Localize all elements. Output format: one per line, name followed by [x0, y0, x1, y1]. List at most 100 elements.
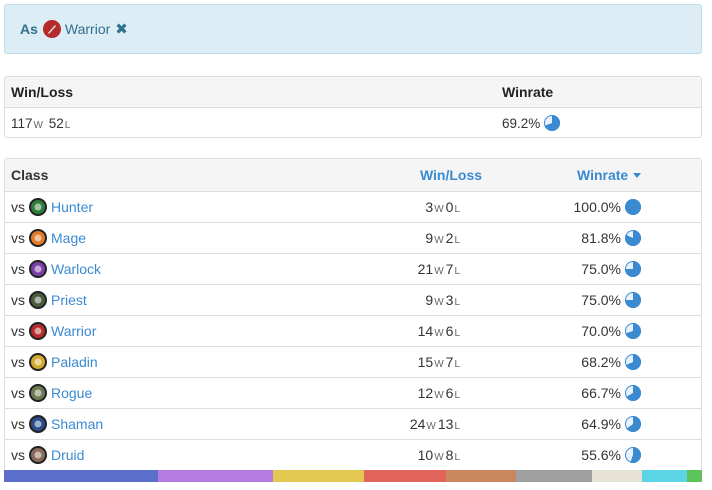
table-row: vs Druid 10 W 8 L 55.6%: [5, 440, 701, 470]
summary-winrate-cell: 69.2%: [469, 115, 701, 131]
losses-value: 6: [445, 323, 454, 339]
filter-as-label: As: [20, 21, 38, 37]
times-icon[interactable]: ✖: [115, 20, 128, 38]
table-row: vs Rogue 12 W 6 L 66.7%: [5, 378, 701, 409]
class-link[interactable]: Shaman: [51, 416, 103, 432]
losses-value: 6: [445, 385, 454, 401]
class-link[interactable]: Warlock: [51, 261, 101, 277]
pie-chart-icon: [625, 385, 641, 401]
vs-label: vs: [11, 261, 25, 277]
summary-panel: Win/Loss Winrate 117W 52L 69.2%: [4, 76, 702, 138]
class-table-header: Class Win/Loss Winrate: [5, 159, 701, 192]
winloss-header-label[interactable]: Win/Loss: [420, 167, 482, 183]
w-suffix: W: [434, 266, 444, 277]
w-suffix: W: [434, 452, 444, 463]
w-suffix: W: [434, 235, 444, 246]
class-cell: vs Rogue: [5, 384, 305, 402]
table-row: vs Hunter 3 W 0 L 100.0%: [5, 192, 701, 223]
winloss-cell: 21 W 7 L: [305, 261, 527, 277]
winrate-value: 75.0%: [581, 261, 621, 277]
winrate-cell: 81.8%: [527, 230, 701, 246]
caret-down-icon[interactable]: [633, 172, 642, 178]
class-link[interactable]: Rogue: [51, 385, 92, 401]
wins-value: 21: [417, 261, 434, 277]
winrate-value: 75.0%: [581, 292, 621, 308]
winloss-cell: 9W3L: [305, 292, 527, 308]
l-suffix: L: [454, 328, 460, 339]
summary-losses: 52: [48, 115, 64, 131]
l-suffix: L: [454, 204, 460, 215]
winloss-cell: 24 W 13 L: [305, 416, 527, 432]
winrate-header-label[interactable]: Winrate: [577, 167, 628, 183]
wins-value: 10: [417, 447, 434, 463]
winrate-column-header[interactable]: Winrate: [527, 167, 701, 183]
vs-label: vs: [11, 199, 25, 215]
w-suffix: W: [434, 204, 444, 215]
vs-label: vs: [11, 416, 25, 432]
vs-label: vs: [11, 323, 25, 339]
class-link[interactable]: Mage: [51, 230, 86, 246]
class-link[interactable]: Priest: [51, 292, 87, 308]
losses-value: 7: [445, 354, 454, 370]
color-strip-segment: [273, 470, 364, 482]
class-link[interactable]: Paladin: [51, 354, 98, 370]
summary-winloss-header: Win/Loss: [11, 84, 74, 100]
winrate-cell: 66.7%: [527, 385, 701, 401]
winloss-cell: 10 W 8 L: [305, 447, 527, 463]
class-cell: vs Warlock: [5, 260, 305, 278]
vs-label: vs: [11, 230, 25, 246]
losses-value: 3: [445, 292, 454, 308]
table-row: vs Shaman 24 W 13 L 64.9%: [5, 409, 701, 440]
winloss-cell: 14 W 6 L: [305, 323, 527, 339]
winloss-cell: 9W2L: [305, 230, 527, 246]
color-strip-segment: [446, 470, 516, 482]
winrate-value: 68.2%: [581, 354, 621, 370]
class-link[interactable]: Warrior: [51, 323, 96, 339]
warrior-icon: [42, 20, 61, 38]
winloss-column-header[interactable]: Win/Loss: [305, 167, 527, 183]
color-strip-segment: [592, 470, 642, 482]
class-cell: vs Hunter: [5, 198, 305, 216]
winrate-value: 100.0%: [573, 199, 621, 215]
w-suffix: W: [426, 421, 436, 432]
winrate-cell: 68.2%: [527, 354, 701, 370]
warrior-icon: [29, 322, 47, 340]
class-column-header: Class: [11, 167, 49, 183]
wins-value: 12: [417, 385, 434, 401]
wins-value: 24: [409, 416, 426, 432]
losses-value: 8: [445, 447, 454, 463]
color-strip-segment: [364, 470, 446, 482]
winloss-cell: 12 W 6 L: [305, 385, 527, 401]
l-suffix: L: [454, 390, 460, 401]
vs-label: vs: [11, 385, 25, 401]
hunter-icon: [29, 198, 47, 216]
class-rows: vs Hunter 3 W 0 L 100.0% vs Mage 9 W 2 L 81.8% vs Warlo…: [5, 192, 701, 470]
class-cell: vs Shaman: [5, 415, 305, 433]
table-row: vs Warrior 14 W 6 L 70.0%: [5, 316, 701, 347]
vs-label: vs: [11, 292, 25, 308]
class-link[interactable]: Hunter: [51, 199, 93, 215]
wins-value: 14: [417, 323, 434, 339]
class-cell: vs Mage: [5, 229, 305, 247]
table-row: vs Mage 9 W 2 L 81.8%: [5, 223, 701, 254]
winrate-cell: 64.9%: [527, 416, 701, 432]
druid-icon: [29, 446, 47, 464]
winrate-value: 64.9%: [581, 416, 621, 432]
winloss-cell: 15 W 7 L: [305, 354, 527, 370]
winloss-cell: 3W0L: [305, 199, 527, 215]
winrate-cell: 70.0%: [527, 323, 701, 339]
summary-winrate: 69.2%: [502, 115, 541, 131]
filter-class-name: Warrior: [64, 21, 111, 37]
winrate-value: 81.8%: [581, 230, 621, 246]
table-row: vs Paladin 15 W 7 L 68.2%: [5, 347, 701, 378]
pie-chart-icon: [625, 261, 641, 277]
winrate-cell: 75.0%: [527, 261, 701, 277]
priest-icon: [29, 291, 47, 309]
color-strip-segment: [158, 470, 273, 482]
winrate-cell: 100.0%: [527, 199, 701, 215]
w-suffix: W: [434, 328, 444, 339]
class-link[interactable]: Druid: [51, 447, 84, 463]
winrate-cell: 55.6%: [527, 447, 701, 463]
summary-l-suffix: L: [64, 119, 71, 131]
color-strip-segment: [516, 470, 592, 482]
